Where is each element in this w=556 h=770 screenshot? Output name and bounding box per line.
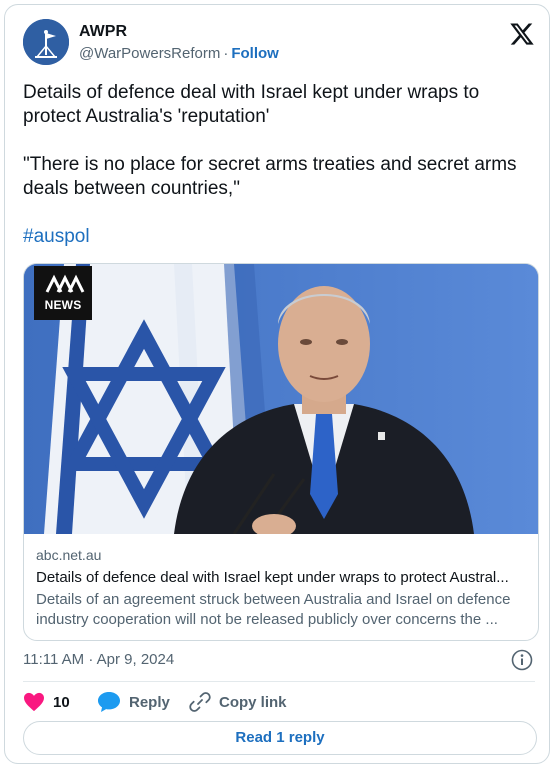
link-title: Details of defence deal with Israel kept…	[36, 569, 509, 586]
link-meta: abc.net.au Details of defence deal with …	[36, 546, 528, 630]
tweet-text: Details of defence deal with Israel kept…	[23, 81, 533, 249]
reply-label: Reply	[129, 693, 170, 711]
copy-link-label: Copy link	[219, 693, 287, 711]
link-preview-card[interactable]: NEWS abc.net.au Details of defence deal …	[23, 263, 539, 641]
heart-icon	[24, 692, 44, 712]
abc-news-logo: NEWS	[34, 266, 92, 320]
tweet-quote: "There is no place for secret arms treat…	[23, 154, 517, 199]
follow-button[interactable]: Follow	[231, 45, 279, 62]
link-description: Details of an agreement struck between A…	[36, 591, 511, 628]
copy-link-button[interactable]: Copy link	[189, 689, 287, 715]
tweet-timestamp[interactable]: 11:11 AM · Apr 9, 2024	[23, 651, 174, 668]
abc-news-label: NEWS	[44, 298, 82, 312]
author-handle[interactable]: @WarPowersReform	[79, 45, 220, 62]
read-reply-button[interactable]: Read 1 reply	[23, 721, 537, 755]
avatar[interactable]	[23, 19, 69, 65]
tweet-header: AWPR @WarPowersReform · Follow	[23, 19, 535, 69]
like-count: 10	[53, 693, 70, 711]
separator-dot: ·	[223, 45, 229, 62]
tweet-paragraph: Details of defence deal with Israel kept…	[23, 82, 480, 127]
info-icon[interactable]	[511, 649, 533, 671]
speech-bubble-icon	[98, 692, 120, 712]
x-logo-icon[interactable]	[509, 21, 535, 47]
action-bar: 10 Reply Copy link	[23, 689, 535, 715]
link-domain: abc.net.au	[36, 547, 102, 563]
author-handle-row: @WarPowersReform · Follow	[79, 45, 279, 62]
article-photo: NEWS	[24, 264, 538, 534]
author-name[interactable]: AWPR	[79, 23, 127, 41]
hashtag-link[interactable]: #auspol	[23, 226, 90, 247]
tweet-card: AWPR @WarPowersReform · Follow Details of …	[4, 4, 550, 764]
reply-button[interactable]: Reply	[97, 689, 170, 715]
link-icon	[189, 692, 211, 712]
divider	[23, 681, 535, 682]
like-button[interactable]: 10	[23, 689, 70, 715]
